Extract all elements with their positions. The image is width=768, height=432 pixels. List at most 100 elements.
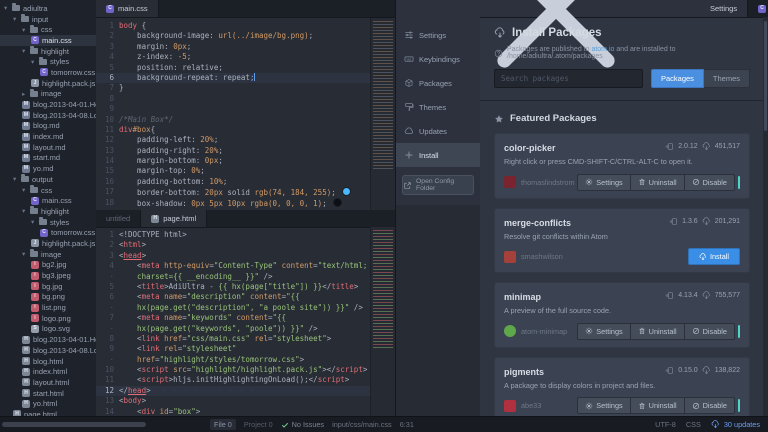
tree-horizontal-scrollbar[interactable] — [2, 422, 146, 427]
tree-folder-styles[interactable]: ▾styles — [0, 217, 96, 228]
grammar-indicator[interactable]: CSS — [686, 420, 701, 429]
tree-item-start-html[interactable]: Hstart.html — [0, 388, 96, 399]
tree-item-yo-html[interactable]: Hyo.html — [0, 398, 96, 409]
package-install-button[interactable]: Install — [688, 248, 740, 265]
file-path[interactable]: input/css/main.css — [332, 420, 392, 429]
tree-folder-input[interactable]: ▾input — [0, 14, 96, 25]
tree-item-blog-2013-04-08-lorem-i[interactable]: Mblog.2013-04-08.Lorem_i — [0, 110, 96, 121]
package-name[interactable]: pigments — [504, 367, 544, 377]
tree-item-bg2-jpg[interactable]: ibg2.jpg — [0, 260, 96, 271]
bottom-editor-pane[interactable]: 1<!DOCTYPE html>2<html>3<head>4 <meta ht… — [96, 227, 395, 417]
tree-folder-output[interactable]: ▾output — [0, 174, 96, 185]
settings-nav-settings[interactable]: Settings — [396, 23, 480, 47]
code-line[interactable]: 14 margin-bottom: 0px; — [96, 156, 371, 166]
package-author[interactable]: smashwilson — [521, 252, 563, 261]
code-line[interactable]: 15 margin-top: 0%; — [96, 166, 371, 176]
package-disable-button[interactable]: Disable — [684, 174, 735, 191]
tree-folder-css[interactable]: ▾css — [0, 24, 96, 35]
settings-nav-themes[interactable]: Themes — [396, 95, 480, 119]
code-line[interactable]: 9 <link rel="stylesheet" — [96, 344, 371, 354]
tree-item-blog-html[interactable]: Hblog.html — [0, 356, 96, 367]
code-line[interactable]: 7} — [96, 83, 371, 93]
settings-nav-packages[interactable]: Packages — [396, 71, 480, 95]
tree-item-bg-jpg[interactable]: ibg.jpg — [0, 281, 96, 292]
package-name[interactable]: minimap — [504, 292, 541, 302]
tree-item-blog-2013-04-08-lorem-i[interactable]: Hblog.2013-04-08.Lorem_i — [0, 345, 96, 356]
tree-item-tomorrow-css[interactable]: Ctomorrow.css — [0, 227, 96, 238]
project-count-badge[interactable]: Project 0 — [244, 420, 273, 429]
tree-item-blog-2013-04-01-holy-gr[interactable]: Mblog.2013-04-01.Holy_Gr — [0, 99, 96, 110]
tree-item-logo-svg[interactable]: Slogo.svg — [0, 324, 96, 335]
open-config-folder-button[interactable]: Open Config Folder — [402, 175, 474, 195]
tree-item-highlight-pack-js[interactable]: Jhighlight.pack.js — [0, 238, 96, 249]
tree-folder-highlight[interactable]: ▾highlight — [0, 46, 96, 57]
code-line[interactable]: 7 <meta name="keywords" content="{{ — [96, 313, 371, 323]
minimap[interactable] — [370, 227, 395, 417]
code-line[interactable]: 6 <meta name="description" content="{{ — [96, 292, 371, 302]
code-line[interactable]: 6 background-repeat: repeat; — [96, 73, 371, 83]
code-line[interactable]: 10 <script src="highlight/highlight.pack… — [96, 365, 371, 375]
settings-nav-keybindings[interactable]: Keybindings — [396, 47, 480, 71]
code-line[interactable]: 18 box-shadow: 0px 5px 10px rgba(0, 0, 0… — [96, 198, 371, 208]
package-name[interactable]: merge-conflicts — [504, 218, 571, 228]
code-line[interactable]: · hx(page.get("keywords", "poole")) }}" … — [96, 324, 371, 334]
package-uninstall-button[interactable]: Uninstall — [630, 323, 685, 340]
package-uninstall-button[interactable]: Uninstall — [630, 397, 685, 414]
tree-item-main-css[interactable]: Cmain.css — [0, 35, 96, 46]
scrollbar[interactable] — [763, 17, 768, 417]
right-tab-styles-less[interactable]: Cstyles.less — [748, 0, 768, 17]
code-line[interactable]: 4 z-index: -5; — [96, 52, 371, 62]
package-author[interactable]: thomaslindstrom — [521, 178, 575, 187]
package-uninstall-button[interactable]: Uninstall — [630, 174, 685, 191]
right-tab-settings[interactable]: Settings — [396, 0, 748, 17]
code-line[interactable]: 17 border-bottom: 20px solid rgb(74, 184… — [96, 187, 371, 197]
tree-view[interactable]: ▾adiultra▾input▾cssCmain.css▾highlight▾s… — [0, 0, 97, 417]
css-editor[interactable]: 1body {2 background-image: url(../image/… — [96, 18, 371, 211]
code-line[interactable]: · hx(page.get("description", "a poole si… — [96, 303, 371, 313]
tree-item-bg-png[interactable]: ibg.png — [0, 292, 96, 303]
code-line[interactable]: 8 — [96, 94, 371, 104]
code-line[interactable]: · charset={{ __encoding__ }}" /> — [96, 272, 371, 282]
package-disable-button[interactable]: Disable — [684, 397, 735, 414]
package-settings-button[interactable]: Settings — [577, 174, 630, 191]
code-line[interactable]: · href="highlight/styles/tomorrow.css"> — [96, 355, 371, 365]
code-line[interactable]: 4 <meta http-equiv="Content-Type" conten… — [96, 261, 371, 271]
tree-item-tomorrow-css[interactable]: Ctomorrow.css — [0, 67, 96, 78]
tree-item-blog-2013-04-01-holy-gr[interactable]: Hblog.2013-04-01.Holy_Gr — [0, 334, 96, 345]
package-author[interactable]: abe33 — [521, 401, 541, 410]
html-editor[interactable]: 1<!DOCTYPE html>2<html>3<head>4 <meta ht… — [96, 227, 371, 417]
settings-nav-updates[interactable]: Updates — [396, 119, 480, 143]
atom-io-link[interactable]: atom.io — [591, 46, 614, 53]
code-line[interactable]: 13<body> — [96, 396, 371, 406]
tree-item-layout-html[interactable]: Hlayout.html — [0, 377, 96, 388]
package-author[interactable]: atom-minimap — [521, 327, 567, 336]
tree-item-index-html[interactable]: Hindex.html — [0, 366, 96, 377]
tree-item-blog-md[interactable]: Mblog.md — [0, 121, 96, 132]
tree-folder-adiultra[interactable]: ▾adiultra — [0, 3, 96, 14]
package-disable-button[interactable]: Disable — [684, 323, 735, 340]
package-settings-button[interactable]: Settings — [577, 397, 630, 414]
file-count-badge[interactable]: File 0 — [210, 419, 236, 430]
code-line[interactable]: 1<!DOCTYPE html> — [96, 230, 371, 240]
tree-item-layout-md[interactable]: Mlayout.md — [0, 142, 96, 153]
code-line[interactable]: 11div#box{ — [96, 125, 371, 135]
tree-item-index-md[interactable]: Mindex.md — [0, 131, 96, 142]
updates-button[interactable]: 30 updates — [711, 420, 760, 429]
themes-filter-button[interactable]: Themes — [704, 69, 750, 88]
code-line[interactable]: 5 position: relative; — [96, 63, 371, 73]
code-line[interactable]: 8 <link href="css/main.css" rel="stylesh… — [96, 334, 371, 344]
tree-item-start-md[interactable]: Mstart.md — [0, 153, 96, 164]
editor-tab-untitled[interactable]: untitled — [96, 210, 141, 227]
editor-tab-page-html[interactable]: Hpage.html — [141, 210, 207, 227]
tree-folder-styles[interactable]: ▾styles — [0, 56, 96, 67]
editor-tab-main-css[interactable]: Cmain.css — [96, 0, 159, 17]
code-line[interactable]: 10/*Main Box*/ — [96, 115, 371, 125]
tree-folder-css[interactable]: ▾css — [0, 185, 96, 196]
encoding-indicator[interactable]: UTF-8 — [655, 420, 676, 429]
packages-filter-button[interactable]: Packages — [651, 69, 704, 88]
tree-item-main-css[interactable]: Cmain.css — [0, 195, 96, 206]
code-line[interactable]: 5 <title>AdiUltra - {{ hx(page["title"])… — [96, 282, 371, 292]
cursor-position[interactable]: 6:31 — [400, 420, 414, 429]
tree-item-highlight-pack-js[interactable]: Jhighlight.pack.js — [0, 78, 96, 89]
code-line[interactable]: 3 margin: 0px; — [96, 42, 371, 52]
